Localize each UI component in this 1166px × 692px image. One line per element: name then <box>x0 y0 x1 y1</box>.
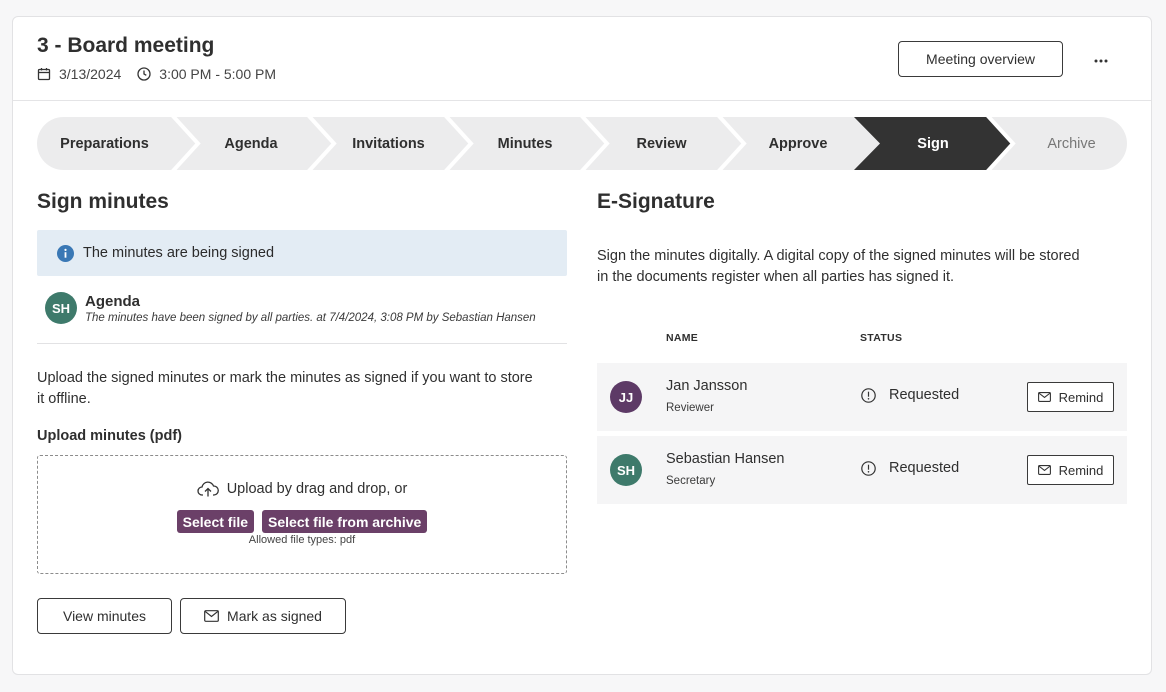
cloud-upload-icon <box>197 480 219 498</box>
table-row: JJ Jan Jansson Reviewer Requested Remind <box>597 363 1127 431</box>
more-horizontal-icon <box>1094 50 1108 68</box>
upload-dropzone[interactable]: Upload by drag and drop, or Select file … <box>37 455 567 574</box>
signer-status: Requested <box>861 460 959 476</box>
upload-instructions-line-2: it offline. <box>37 391 91 407</box>
signer-name: Sebastian Hansen <box>666 451 785 467</box>
envelope-icon <box>1037 465 1051 475</box>
select-file-from-archive-button[interactable]: Select file from archive <box>262 510 428 533</box>
calendar-icon <box>37 67 51 81</box>
signer-role: Reviewer <box>666 402 714 414</box>
signer-role: Secretary <box>666 475 716 487</box>
step-approve[interactable]: Approve <box>730 117 866 170</box>
remind-button[interactable]: Remind <box>1027 382 1114 412</box>
envelope-icon <box>204 610 219 622</box>
info-icon <box>57 244 74 262</box>
upload-minutes-label: Upload minutes (pdf) <box>37 428 182 444</box>
signer-status: Requested <box>861 387 959 403</box>
alert-circle-icon <box>861 460 876 476</box>
remind-label: Remind <box>1058 462 1104 478</box>
esignature-description-line-1: Sign the minutes digitally. A digital co… <box>597 248 1080 264</box>
signed-entry-title: Agenda <box>85 293 141 310</box>
column-header-status: STATUS <box>860 332 903 344</box>
step-preparations[interactable]: Preparations <box>37 117 172 170</box>
allowed-file-types: Allowed file types: pdf <box>248 534 356 546</box>
esignature-description-line-2: in the documents register when all parti… <box>597 269 955 285</box>
workflow-stepper: Preparations Agenda Invitations Minutes … <box>37 117 1127 170</box>
view-minutes-button[interactable]: View minutes <box>37 598 172 634</box>
divider <box>37 343 567 344</box>
info-text: The minutes are being signed <box>83 245 275 261</box>
meeting-time: 3:00 PM - 5:00 PM <box>159 66 277 82</box>
dropzone-text: Upload by drag and drop, or <box>226 481 408 497</box>
signer-status-text: Requested <box>889 460 960 476</box>
upload-instructions-line-1: Upload the signed minutes or mark the mi… <box>37 370 533 386</box>
remind-label: Remind <box>1058 389 1104 405</box>
step-invitations[interactable]: Invitations <box>320 117 457 170</box>
meeting-card: 3 - Board meeting 3/13/2024 3:00 PM - 5:… <box>12 16 1152 675</box>
mark-as-signed-label: Mark as signed <box>227 608 322 624</box>
sign-minutes-heading: Sign minutes <box>37 190 169 213</box>
page-title: 3 - Board meeting <box>37 34 215 57</box>
select-file-button[interactable]: Select file <box>176 510 255 533</box>
remind-button[interactable]: Remind <box>1027 455 1114 485</box>
esignature-description: Sign the minutes digitally. A digital co… <box>597 246 1080 288</box>
step-review[interactable]: Review <box>593 117 730 170</box>
step-archive[interactable]: Archive <box>1000 117 1127 170</box>
meeting-overview-button[interactable]: Meeting overview <box>898 41 1063 77</box>
alert-circle-icon <box>861 387 876 403</box>
table-row: SH Sebastian Hansen Secretary Requested … <box>597 436 1127 504</box>
esignature-heading: E-Signature <box>597 190 715 213</box>
avatar: SH <box>610 454 642 486</box>
signer-name: Jan Jansson <box>666 378 748 394</box>
signer-status-text: Requested <box>889 387 960 403</box>
clock-icon <box>137 67 151 81</box>
meeting-header: 3 - Board meeting 3/13/2024 3:00 PM - 5:… <box>13 17 1151 101</box>
more-options-button[interactable] <box>1087 47 1115 71</box>
signed-entry-description: The minutes have been signed by all part… <box>85 312 536 324</box>
avatar: JJ <box>610 381 642 413</box>
signing-info-banner: The minutes are being signed <box>37 230 567 276</box>
upload-instructions: Upload the signed minutes or mark the mi… <box>37 368 533 410</box>
step-minutes[interactable]: Minutes <box>457 117 593 170</box>
envelope-icon <box>1037 392 1051 402</box>
mark-as-signed-button[interactable]: Mark as signed <box>180 598 346 634</box>
step-agenda[interactable]: Agenda <box>182 117 320 170</box>
avatar: SH <box>45 292 77 324</box>
meeting-meta: 3/13/2024 3:00 PM - 5:00 PM <box>37 66 292 82</box>
meeting-date: 3/13/2024 <box>59 66 122 82</box>
column-header-name: NAME <box>666 332 699 344</box>
step-sign[interactable]: Sign <box>866 117 1000 170</box>
